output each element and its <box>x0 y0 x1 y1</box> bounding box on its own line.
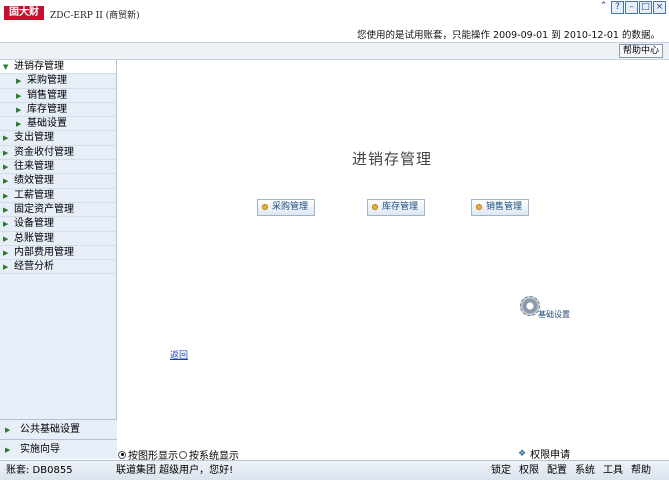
account-info: 账套: DB0855 <box>6 465 73 476</box>
status-menu: 锁定 权限 配置 系统 工具 帮助 <box>491 461 651 480</box>
status-bar: 账套: DB0855 联道集团 超级用户，您好! 锁定 权限 配置 系统 工具 … <box>0 460 669 480</box>
permission-request-link[interactable]: ❖ 权限申请 <box>518 446 570 462</box>
collapsed-arrow-icon: ▶ <box>16 120 22 129</box>
gear-icon[interactable] <box>520 296 540 316</box>
sidebar-item-payroll[interactable]: ▶ 工薪管理 <box>0 189 116 203</box>
collapsed-arrow-icon: ▶ <box>16 77 22 86</box>
config-menu[interactable]: 配置 <box>547 461 567 480</box>
collapsed-arrow-icon: ▶ <box>3 248 9 257</box>
collapsed-arrow-icon: ▶ <box>3 220 9 229</box>
sidebar: ▼ 进销存管理 ▶ 采购管理 ▶ 销售管理 ▶ 库存管理 ▶ 基础设置 ▶ 支出… <box>0 60 117 459</box>
purchase-button[interactable]: 采购管理 <box>257 199 316 216</box>
close-icon[interactable]: × <box>653 1 666 14</box>
sidebar-item-general-ledger[interactable]: ▶ 总账管理 <box>0 232 116 246</box>
sidebar-bottom: ▶ 公共基础设置 ▶ 实施向导 <box>0 419 117 459</box>
collapsed-arrow-icon: ▶ <box>3 263 9 272</box>
collapsed-arrow-icon: ▶ <box>16 105 22 114</box>
sidebar-item-stock[interactable]: ▶ 库存管理 <box>0 103 116 118</box>
collapsed-arrow-icon: ▶ <box>3 148 9 157</box>
collapsed-arrow-icon: ▶ <box>16 91 22 100</box>
sidebar-item-analysis[interactable]: ▶ 经营分析 <box>0 260 116 275</box>
sidebar-item-expense[interactable]: ▶ 支出管理 <box>0 131 116 146</box>
help-icon[interactable]: ? <box>611 1 624 14</box>
collapsed-arrow-icon: ▶ <box>5 426 11 434</box>
welcome-text: 联道集团 超级用户，您好! <box>116 465 234 476</box>
sidebar-item-performance[interactable]: ▶ 绩效管理 <box>0 174 116 189</box>
bullet-icon <box>476 204 482 210</box>
collapsed-arrow-icon: ▶ <box>5 446 11 454</box>
collapsed-arrow-icon: ▶ <box>3 163 9 172</box>
app-logo: 固大财 <box>4 6 44 20</box>
radio-checked-icon <box>118 450 126 459</box>
collapse-icon[interactable]: ⌃ <box>597 1 610 14</box>
permission-menu[interactable]: 权限 <box>519 461 539 480</box>
diamond-icon: ❖ <box>518 448 527 459</box>
lock-menu[interactable]: 锁定 <box>491 461 511 480</box>
sidebar-item-sales[interactable]: ▶ 销售管理 <box>0 89 116 103</box>
help-center-button[interactable]: 帮助中心 <box>618 44 663 58</box>
base-settings-link[interactable]: 基础设置 <box>538 309 570 320</box>
sidebar-item-setup-wizard[interactable]: ▶ 实施向导 <box>0 439 117 459</box>
sidebar-item-public-settings[interactable]: ▶ 公共基础设置 <box>0 419 117 439</box>
sidebar-item-internal-costs[interactable]: ▶ 内部费用管理 <box>0 246 116 261</box>
window-controls: ⌃ ? – □ × <box>597 1 666 14</box>
help-menu[interactable]: 帮助 <box>631 461 651 480</box>
sales-button[interactable]: 销售管理 <box>471 199 530 216</box>
expanded-arrow-icon: ▼ <box>3 63 9 71</box>
tools-menu[interactable]: 工具 <box>603 461 623 480</box>
bullet-icon <box>262 204 268 210</box>
collapsed-arrow-icon: ▶ <box>3 205 9 214</box>
collapsed-arrow-icon: ▶ <box>3 191 9 200</box>
sidebar-item-equipment[interactable]: ▶ 设备管理 <box>0 217 116 232</box>
stock-button[interactable]: 库存管理 <box>367 199 426 216</box>
page-title: 进销存管理 <box>352 150 433 168</box>
bullet-icon <box>372 204 378 210</box>
toolbar: 帮助中心 <box>0 42 669 60</box>
sidebar-item-inventory-management[interactable]: ▼ 进销存管理 <box>0 60 116 75</box>
sidebar-item-funds[interactable]: ▶ 资金收付管理 <box>0 146 116 161</box>
title-bar: 固大财 ZDC-ERP II (商贸新) ⌃ ? – □ × 您使用的是试用账套… <box>0 0 669 42</box>
display-options: 按图形显示 按系统显示 ❖ 权限申请 <box>118 444 669 462</box>
main-content: 进销存管理 采购管理 库存管理 销售管理 基础设置 返回 <box>118 60 669 444</box>
system-menu[interactable]: 系统 <box>575 461 595 480</box>
back-link[interactable]: 返回 <box>170 348 188 361</box>
collapsed-arrow-icon: ▶ <box>3 234 9 243</box>
maximize-icon[interactable]: □ <box>639 1 652 14</box>
radio-unchecked-icon <box>179 450 187 459</box>
app-title: ZDC-ERP II (商贸新) <box>50 11 140 21</box>
sidebar-item-purchase[interactable]: ▶ 采购管理 <box>0 74 116 89</box>
sidebar-item-base-settings[interactable]: ▶ 基础设置 <box>0 117 116 132</box>
trial-notice: 您使用的是试用账套，只能操作 2009-09-01 到 2010-12-01 的… <box>357 30 660 41</box>
collapsed-arrow-icon: ▶ <box>3 134 9 143</box>
collapsed-arrow-icon: ▶ <box>3 177 9 186</box>
minimize-icon[interactable]: – <box>625 1 638 14</box>
sidebar-item-fixed-assets[interactable]: ▶ 固定资产管理 <box>0 203 116 218</box>
sidebar-item-accounts[interactable]: ▶ 往来管理 <box>0 160 116 175</box>
